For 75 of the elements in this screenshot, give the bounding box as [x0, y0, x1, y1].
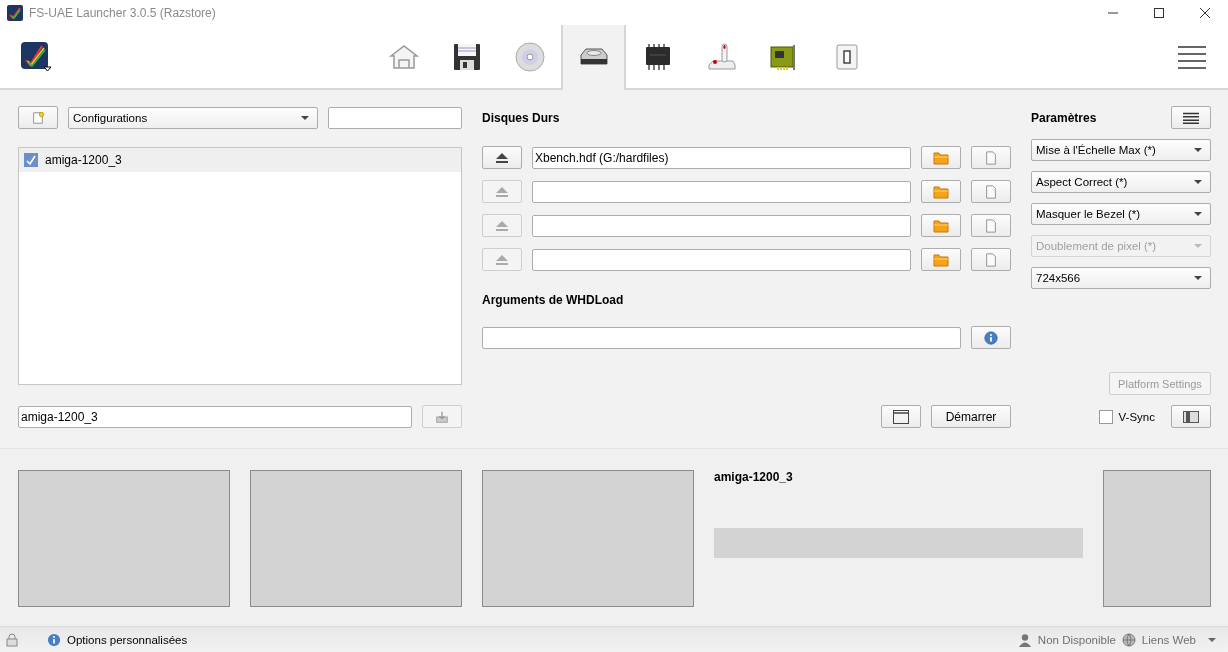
user-status[interactable]: Non Disponible — [1037, 633, 1116, 646]
dropdown-arrow-icon — [301, 115, 309, 120]
hard-drive-field[interactable] — [532, 180, 911, 203]
window-mode-button[interactable] — [881, 405, 921, 428]
folder-icon — [933, 184, 949, 199]
settings-dropdown[interactable]: Aspect Correct (*) — [1031, 171, 1211, 193]
save-button[interactable] — [422, 405, 462, 428]
settings-dropdown[interactable]: Masquer le Bezel (*) — [1031, 203, 1211, 225]
info-button[interactable] — [971, 326, 1011, 349]
tab[interactable] — [561, 25, 626, 90]
checkmark-icon — [24, 153, 38, 167]
app-logo-icon — [7, 4, 23, 21]
eject-button[interactable] — [482, 146, 522, 169]
info-icon — [47, 632, 61, 647]
dropdown-arrow-icon — [1194, 276, 1202, 280]
status-message: Options personnalisées — [67, 633, 188, 646]
browse-folder-button[interactable] — [921, 248, 961, 271]
config-name-field[interactable]: amiga-1200_3 — [18, 405, 412, 428]
browse-folder-button[interactable] — [921, 214, 961, 237]
hard-drive-field[interactable] — [532, 248, 911, 271]
lock-icon[interactable] — [5, 632, 19, 647]
folder-icon — [933, 218, 949, 233]
dropdown-arrow-icon[interactable] — [1208, 637, 1216, 642]
folder-icon — [933, 150, 949, 165]
dropdown-arrow-icon — [1194, 148, 1202, 152]
globe-icon — [1121, 632, 1136, 647]
document-icon — [983, 218, 999, 233]
window-title: FS-UAE Launcher 3.0.5 (Razstore) — [29, 5, 216, 20]
hard-drive-field[interactable] — [532, 214, 911, 237]
window-icon — [893, 409, 909, 424]
info-icon — [983, 330, 999, 345]
columns-icon — [1183, 409, 1199, 424]
download-icon — [434, 409, 450, 424]
user-icon — [1017, 632, 1032, 647]
new-document-icon — [30, 110, 46, 125]
section-title: Arguments de WHDLoad — [482, 291, 625, 309]
eject-icon — [494, 252, 510, 267]
document-icon — [983, 150, 999, 165]
dropdown-arrow-icon — [1194, 180, 1202, 184]
dropdown-arrow-icon — [1194, 212, 1202, 216]
new-file-button[interactable] — [971, 248, 1011, 271]
eject-icon — [494, 150, 510, 165]
app-logo-icon[interactable] — [20, 40, 52, 73]
settings-menu-button[interactable] — [1171, 106, 1211, 129]
game-title: amiga-1200_3 — [714, 470, 794, 484]
search-field[interactable] — [328, 106, 462, 129]
vsync-checkbox[interactable] — [1098, 409, 1113, 424]
menu-icon[interactable] — [1178, 44, 1206, 69]
config-name: amiga-1200_3 — [45, 153, 122, 167]
document-icon — [983, 184, 999, 199]
folder-icon — [933, 252, 949, 267]
new-config-button[interactable] — [18, 106, 58, 129]
configurations-dropdown[interactable]: Configurations — [68, 106, 318, 129]
dropdown-arrow-icon — [1194, 244, 1202, 248]
config-list-item[interactable]: amiga-1200_3 — [19, 148, 461, 172]
layout-button[interactable] — [1171, 405, 1211, 428]
settings-dropdown[interactable]: Mise à l'Échelle Max (*) — [1031, 139, 1211, 161]
whdload-arguments-field[interactable] — [482, 326, 961, 349]
browse-folder-button[interactable] — [921, 146, 961, 169]
section-title: Paramètres — [1031, 109, 1097, 127]
eject-icon — [494, 218, 510, 233]
settings-dropdown[interactable]: 724x566 — [1031, 267, 1211, 289]
web-links[interactable]: Liens Web — [1141, 633, 1196, 646]
menu-icon — [1183, 110, 1199, 125]
new-file-button[interactable] — [971, 180, 1011, 203]
start-button[interactable]: Démarrer — [931, 405, 1011, 428]
section-title: Disques Durs — [482, 109, 561, 127]
vsync-label: V-Sync — [1118, 410, 1155, 423]
hard-drive-field[interactable]: Xbench.hdf (G:/hardfiles) — [532, 146, 911, 169]
document-icon — [983, 252, 999, 267]
new-file-button[interactable] — [971, 146, 1011, 169]
browse-folder-button[interactable] — [921, 180, 961, 203]
new-file-button[interactable] — [971, 214, 1011, 237]
disc-icon — [512, 40, 547, 73]
eject-icon — [494, 184, 510, 199]
